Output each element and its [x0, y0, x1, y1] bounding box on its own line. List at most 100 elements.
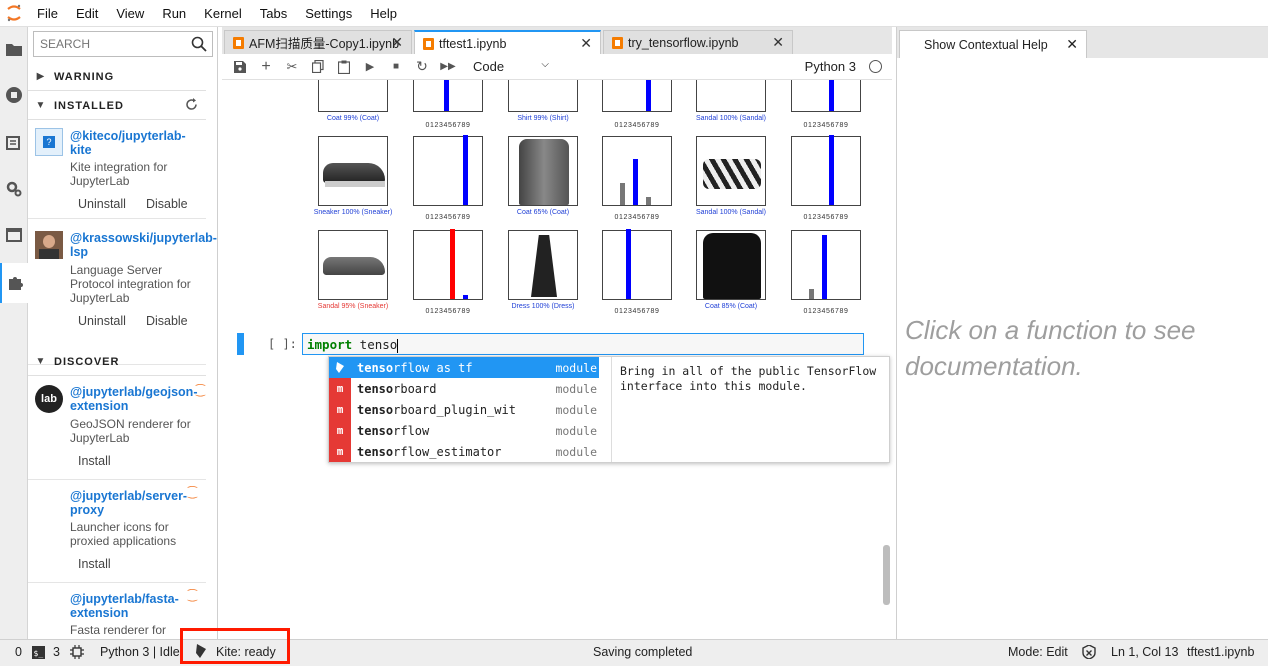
tab-afm-notebook[interactable]: AFM扫描质量-Copy1.ipynb ✕ — [224, 30, 412, 54]
cell-type-dropdown[interactable]: Code ⌵ — [473, 59, 549, 74]
help-placeholder-text: Click on a function to see documentation… — [905, 315, 1196, 381]
jupyterlab-icon: lab — [35, 385, 63, 413]
chevron-down-icon: ⌵ — [541, 59, 549, 70]
kernel-name[interactable]: Python 3 — [805, 59, 856, 74]
tab-try-tensorflow[interactable]: try_tensorflow.ipynb ✕ — [603, 30, 793, 54]
completion-match: tenso — [357, 423, 394, 438]
menu-settings[interactable]: Settings — [296, 0, 361, 27]
axis-ticks: 0123456789 — [803, 122, 849, 129]
completion-item[interactable]: tensorflow as tf module — [329, 357, 599, 378]
section-warning[interactable]: ▶ WARNING — [28, 63, 206, 91]
lsp-status-icon[interactable] — [1082, 644, 1096, 662]
prediction-caption: Sandal 100% (Sandal) — [695, 115, 767, 122]
completion-item[interactable]: m tensorflow_estimator module — [329, 441, 599, 462]
extension-name[interactable]: @jupyterlab/geojson-extension — [70, 385, 200, 413]
cursor-position[interactable]: Ln 1, Col 13 — [1111, 645, 1178, 659]
prediction-bar — [822, 235, 827, 299]
running-sessions-icon[interactable] — [0, 75, 28, 115]
code-editor[interactable]: import tenso — [302, 333, 864, 355]
restart-run-all-icon[interactable]: ▶▶ — [435, 54, 461, 80]
output-image — [318, 80, 388, 112]
menu-view[interactable]: View — [107, 0, 153, 27]
kernel-sessions-icon[interactable] — [70, 645, 84, 662]
close-icon[interactable]: ✕ — [1066, 36, 1078, 53]
completion-item[interactable]: m tensorboard module — [329, 378, 599, 399]
kernel-count[interactable]: 3 — [53, 645, 60, 659]
kite-extension-icon: ? — [35, 128, 63, 156]
restart-icon[interactable]: ↻ — [409, 54, 435, 80]
disable-button[interactable]: Disable — [146, 314, 188, 328]
tab-tftest1[interactable]: tftest1.ipynb ✕ — [414, 30, 601, 55]
axis-ticks: 0123456789 — [803, 308, 849, 315]
completion-type: module — [555, 360, 597, 375]
refresh-icon[interactable] — [185, 98, 198, 114]
menu-run[interactable]: Run — [153, 0, 195, 27]
section-warning-label: WARNING — [54, 70, 115, 83]
installed-extension-kite: ? @kiteco/jupyterlab-kite Kite integrati… — [28, 121, 206, 219]
run-icon[interactable]: ▶ — [357, 54, 383, 80]
right-tabbar: Show Contextual Help ✕ — [897, 27, 1268, 58]
prediction-bar — [620, 183, 625, 205]
copy-icon[interactable] — [305, 54, 331, 80]
notebook-scrollbar[interactable] — [883, 545, 890, 605]
extension-name[interactable]: @krassowski/jupyterlab-lsp — [70, 231, 217, 259]
output-image — [696, 136, 766, 206]
output-image — [508, 80, 578, 112]
completion-type: module — [555, 423, 597, 438]
completion-rest: rflow as tf — [393, 360, 473, 375]
module-type-icon: m — [329, 399, 351, 420]
prediction-bar — [444, 80, 449, 111]
axis-ticks: 0123456789 — [614, 308, 660, 315]
extension-description: Language Server Protocol integration for… — [70, 263, 191, 305]
section-installed[interactable]: ▼ INSTALLED — [28, 92, 206, 120]
uninstall-button[interactable]: Uninstall — [78, 197, 126, 211]
close-icon[interactable]: ✕ — [580, 35, 592, 52]
disable-button[interactable]: Disable — [146, 197, 188, 211]
completion-item[interactable]: m tensorflow module — [329, 420, 599, 441]
terminal-icon[interactable]: $_ — [32, 646, 45, 662]
uninstall-button[interactable]: Uninstall — [78, 314, 126, 328]
extension-search-input[interactable] — [34, 32, 184, 56]
prediction-bar-plot — [413, 80, 483, 112]
prediction-bar-plot — [791, 230, 861, 300]
completion-item[interactable]: m tensorboard_plugin_wit module — [329, 399, 599, 420]
section-discover[interactable]: ▼ DISCOVER — [28, 348, 206, 376]
command-palette-icon[interactable] — [0, 123, 28, 163]
menu-edit[interactable]: Edit — [67, 0, 107, 27]
close-icon[interactable]: ✕ — [391, 34, 403, 51]
menu-help[interactable]: Help — [361, 0, 406, 27]
extension-manager-icon[interactable] — [0, 263, 28, 303]
output-image — [318, 230, 388, 300]
editor-mode[interactable]: Mode: Edit — [1008, 645, 1068, 659]
extension-name[interactable]: @jupyterlab/server-proxy — [70, 489, 187, 517]
tabs-icon[interactable] — [0, 215, 28, 255]
install-button[interactable]: Install — [78, 454, 111, 468]
close-icon[interactable]: ✕ — [772, 34, 784, 51]
file-browser-icon[interactable] — [0, 29, 28, 69]
extension-name[interactable]: @jupyterlab/fasta-extension — [70, 592, 182, 620]
extension-name[interactable]: @kiteco/jupyterlab-kite — [70, 129, 206, 157]
terminal-count[interactable]: 0 — [15, 645, 22, 659]
jupyter-org-icon: ⁐ — [188, 590, 197, 602]
prediction-bar — [463, 295, 468, 299]
install-button[interactable]: Install — [78, 557, 111, 571]
property-inspector-icon[interactable] — [0, 169, 28, 209]
menu-file[interactable]: File — [28, 0, 67, 27]
completion-rest: rboard — [393, 381, 437, 396]
menu-tabs[interactable]: Tabs — [251, 0, 296, 27]
jupyterlab-icon-label: lab — [41, 393, 57, 405]
kernel-status[interactable]: Python 3 | Idle — [100, 645, 180, 659]
stop-icon[interactable]: ■ — [383, 54, 409, 80]
prediction-bar — [463, 135, 468, 205]
menu-kernel[interactable]: Kernel — [195, 0, 251, 27]
paste-icon[interactable] — [331, 54, 357, 80]
save-icon[interactable] — [227, 54, 253, 80]
code-text: tenso — [352, 337, 398, 352]
caret-right-icon: ▶ — [36, 71, 46, 82]
tab-contextual-help[interactable]: Show Contextual Help ✕ — [899, 30, 1087, 58]
search-icon[interactable] — [191, 36, 207, 55]
add-cell-icon[interactable]: + — [253, 54, 279, 80]
extension-description: Launcher icons for proxied applications — [70, 520, 177, 548]
axis-ticks: 0123456789 — [803, 214, 849, 221]
cut-icon[interactable]: ✂ — [279, 54, 305, 80]
